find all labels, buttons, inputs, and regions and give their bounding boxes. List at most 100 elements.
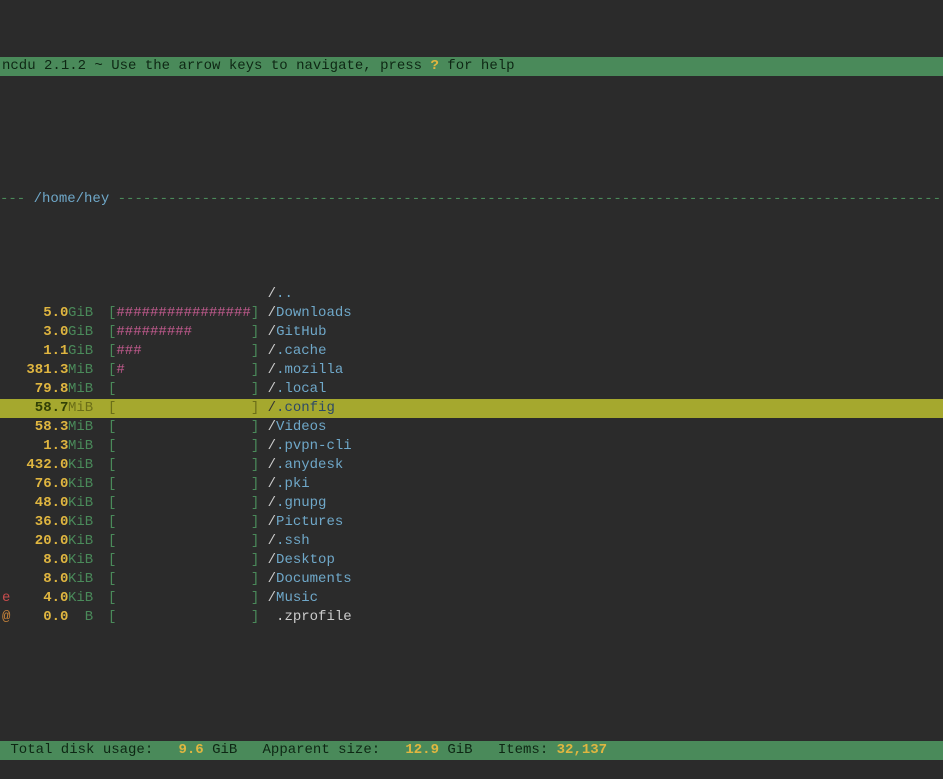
dir-slash: / xyxy=(268,304,276,323)
help-key[interactable]: ? xyxy=(431,58,439,74)
row-bar: [ ] xyxy=(108,380,268,399)
row-unit: KiB xyxy=(68,570,108,589)
row-bar: [ ] xyxy=(108,570,268,589)
row-size: 5.0 xyxy=(18,304,68,323)
row-bar: [ ] xyxy=(108,532,268,551)
row-bar: [######### ] xyxy=(108,323,268,342)
row-size: 432.0 xyxy=(18,456,68,475)
list-row[interactable]: 79.8 MiB[ ] /.local xyxy=(0,380,943,399)
app-version: 2.1.2 xyxy=(44,58,86,74)
row-bar: [################] xyxy=(108,304,268,323)
row-bar: [ ] xyxy=(108,608,268,627)
row-bar: [ ] xyxy=(108,456,268,475)
file-list[interactable]: /.. 5.0 GiB[################] /Downloads… xyxy=(0,285,943,627)
row-name: .anydesk xyxy=(276,456,343,475)
row-unit: KiB xyxy=(68,513,108,532)
title-bar: ncdu 2.1.2 ~ Use the arrow keys to navig… xyxy=(0,57,943,76)
dir-slash: / xyxy=(268,570,276,589)
dir-slash: / xyxy=(268,285,276,304)
row-size: 8.0 xyxy=(18,551,68,570)
row-unit: KiB xyxy=(68,551,108,570)
list-row[interactable]: 20.0 KiB[ ] /.ssh xyxy=(0,532,943,551)
apparent-label: Apparent size: xyxy=(263,742,381,758)
row-bar: [# ] xyxy=(108,361,268,380)
list-row[interactable]: @ 0.0 B[ ] .zprofile xyxy=(0,608,943,627)
row-size: 1.3 xyxy=(18,437,68,456)
dir-slash: / xyxy=(268,513,276,532)
row-size: 76.0 xyxy=(18,475,68,494)
row-bar: [ ] xyxy=(108,589,268,608)
row-bar: [ ] xyxy=(108,418,268,437)
list-row[interactable]: e 4.0 KiB[ ] /Music xyxy=(0,589,943,608)
dir-slash: / xyxy=(268,418,276,437)
row-flag: @ xyxy=(0,608,18,627)
row-flag xyxy=(0,342,18,361)
list-row[interactable]: 1.1 GiB[### ] /.cache xyxy=(0,342,943,361)
row-unit: MiB xyxy=(68,437,108,456)
dir-slash: / xyxy=(268,380,276,399)
row-name: GitHub xyxy=(276,323,326,342)
list-row[interactable]: 1.3 MiB[ ] /.pvpn-cli xyxy=(0,437,943,456)
row-name: .zprofile xyxy=(276,608,352,627)
row-flag xyxy=(0,418,18,437)
current-path: /home/hey xyxy=(34,191,110,207)
apparent-unit: GiB xyxy=(447,742,472,758)
row-unit: MiB xyxy=(68,399,108,418)
row-size: 79.8 xyxy=(18,380,68,399)
dir-slash: / xyxy=(268,589,276,608)
row-size: 58.7 xyxy=(18,399,68,418)
path-line: --- /home/hey --------------------------… xyxy=(0,190,943,209)
row-name: .mozilla xyxy=(276,361,343,380)
list-row[interactable]: /.. xyxy=(0,285,943,304)
list-row[interactable]: 432.0 KiB[ ] /.anydesk xyxy=(0,456,943,475)
row-bar: [ ] xyxy=(108,551,268,570)
row-flag xyxy=(0,437,18,456)
row-unit: MiB xyxy=(68,418,108,437)
list-row[interactable]: 36.0 KiB[ ] /Pictures xyxy=(0,513,943,532)
row-size xyxy=(18,285,68,304)
dir-slash: / xyxy=(268,437,276,456)
row-bar: [ ] xyxy=(108,475,268,494)
row-size: 4.0 xyxy=(18,589,68,608)
apparent-value: 12.9 xyxy=(405,742,439,758)
row-name: Documents xyxy=(276,570,352,589)
dir-slash: / xyxy=(268,323,276,342)
app-name: ncdu xyxy=(2,58,36,74)
row-name: .pvpn-cli xyxy=(276,437,352,456)
row-bar: [### ] xyxy=(108,342,268,361)
row-size: 36.0 xyxy=(18,513,68,532)
list-row[interactable]: 76.0 KiB[ ] /.pki xyxy=(0,475,943,494)
row-unit: KiB xyxy=(68,532,108,551)
row-unit: MiB xyxy=(68,380,108,399)
list-row[interactable]: 8.0 KiB[ ] /Desktop xyxy=(0,551,943,570)
list-row[interactable]: 381.3 MiB[# ] /.mozilla xyxy=(0,361,943,380)
dir-slash: / xyxy=(268,456,276,475)
row-size: 3.0 xyxy=(18,323,68,342)
row-name: .ssh xyxy=(276,532,310,551)
total-value: 9.6 xyxy=(178,742,203,758)
list-row[interactable]: 8.0 KiB[ ] /Documents xyxy=(0,570,943,589)
row-bar: [ ] xyxy=(108,437,268,456)
hint-post: for help xyxy=(439,58,515,74)
row-size: 58.3 xyxy=(18,418,68,437)
list-row[interactable]: 5.0 GiB[################] /Downloads xyxy=(0,304,943,323)
dash-fill: ----------------------------------------… xyxy=(118,191,943,207)
content-area: --- /home/hey --------------------------… xyxy=(0,133,943,665)
list-row[interactable]: 3.0 GiB[######### ] /GitHub xyxy=(0,323,943,342)
row-unit: KiB xyxy=(68,475,108,494)
row-name: .. xyxy=(276,285,293,304)
row-name: .config xyxy=(276,399,335,418)
list-row[interactable]: 58.7 MiB[ ] /.config xyxy=(0,399,943,418)
status-bar: Total disk usage: 9.6 GiB Apparent size:… xyxy=(0,741,943,760)
row-flag xyxy=(0,494,18,513)
row-unit: MiB xyxy=(68,361,108,380)
row-name: .cache xyxy=(276,342,326,361)
row-bar: [ ] xyxy=(108,513,268,532)
list-row[interactable]: 48.0 KiB[ ] /.gnupg xyxy=(0,494,943,513)
row-name: .gnupg xyxy=(276,494,326,513)
list-row[interactable]: 58.3 MiB[ ] /Videos xyxy=(0,418,943,437)
row-unit: KiB xyxy=(68,494,108,513)
row-flag xyxy=(0,475,18,494)
row-name: Music xyxy=(276,589,318,608)
row-name: .pki xyxy=(276,475,310,494)
